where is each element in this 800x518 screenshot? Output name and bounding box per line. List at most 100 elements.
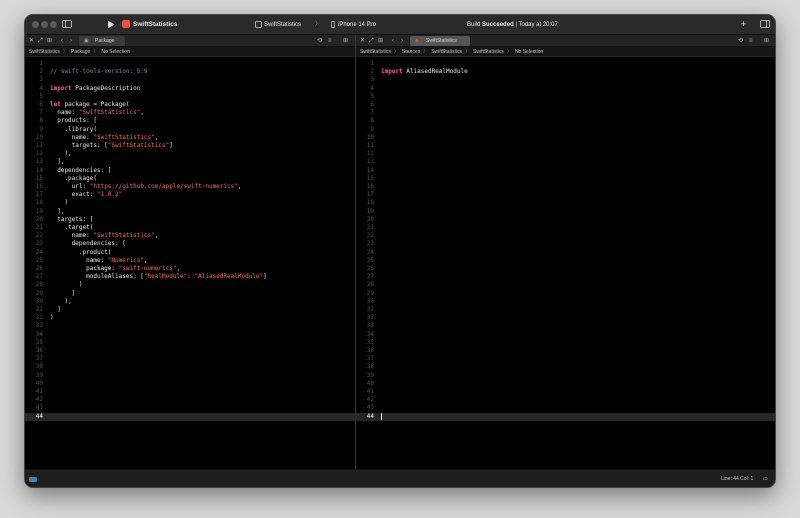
code-line[interactable]: 16 [356, 183, 775, 191]
code-line[interactable]: 20 [356, 216, 775, 224]
jumpbar-item[interactable]: SwiftStatistics [473, 49, 504, 55]
code-line[interactable]: 4 [356, 85, 775, 93]
code-line[interactable]: 35 [25, 339, 355, 347]
code-line[interactable]: 33 [25, 322, 355, 330]
code-line[interactable]: 10 name: "SwiftStatistics", [25, 134, 355, 142]
code-line[interactable]: 44 [25, 412, 355, 421]
jumpbar-item[interactable]: No Selection [101, 49, 129, 55]
code-line[interactable]: 26 package: "swift-numerics", [25, 265, 355, 273]
back-icon[interactable]: ‹ [392, 36, 394, 46]
close-editor-icon[interactable]: ✕ [360, 36, 365, 46]
code-line[interactable]: 24 [356, 249, 775, 257]
code-line[interactable]: 1 [25, 60, 355, 68]
code-line[interactable]: 38 [356, 363, 775, 371]
debug-area-toggle-button[interactable] [29, 477, 37, 482]
jumpbar-item[interactable]: SwiftStatistics [360, 49, 391, 55]
inspector-toggle-icon[interactable] [760, 20, 770, 30]
expand-icon[interactable]: ⤢ [369, 36, 374, 46]
code-line[interactable]: 44 [356, 412, 775, 421]
left-jump-bar[interactable]: SwiftStatistics 〉 Package 〉 No Selection [25, 47, 355, 57]
code-line[interactable]: 32) [25, 314, 355, 322]
code-line[interactable]: 29 [356, 290, 775, 298]
minimize-window-button[interactable] [41, 21, 48, 28]
add-editor-icon[interactable]: ⊞ [764, 36, 769, 46]
jumpbar-item[interactable]: SwiftStatistics [29, 49, 60, 55]
code-line[interactable]: 43 [25, 404, 355, 412]
code-line[interactable]: 12 [356, 150, 775, 158]
adjust-editor-icon[interactable]: ≡ [328, 36, 332, 46]
right-code-editor[interactable]: 1 2 import AliasedRealModule 3 4 5 6 7 8 9 10 11 12 1… [356, 58, 775, 469]
code-line[interactable]: 41 [25, 388, 355, 396]
code-line[interactable]: 22 [356, 232, 775, 240]
code-line[interactable]: 16 url: "https://github.com/apple/swift-… [25, 183, 355, 191]
code-line[interactable]: 41 [356, 388, 775, 396]
code-line[interactable]: 27 moduleAliases: ["RealModule": "Aliase… [25, 273, 355, 281]
code-line[interactable]: 14 dependencies: [ [25, 167, 355, 175]
code-line[interactable]: 32 [356, 314, 775, 322]
code-line[interactable]: 12 ), [25, 150, 355, 158]
code-line[interactable]: 26 [356, 265, 775, 273]
code-line[interactable]: 15 .package( [25, 175, 355, 183]
destination-name[interactable]: iPhone 14 Pro [338, 21, 376, 29]
scheme-name[interactable]: SwiftStatistics [264, 21, 301, 29]
code-line[interactable]: 23 [356, 240, 775, 248]
zoom-window-button[interactable] [50, 21, 57, 28]
code-line[interactable]: 6 [356, 101, 775, 109]
tab-swiftstatistics[interactable]: ◆ SwiftStatistics [410, 36, 470, 46]
left-code-editor[interactable]: 1 2 // swift-tools-version: 5.9 3 4 import Pa… [25, 58, 355, 469]
code-line[interactable]: 42 [25, 396, 355, 404]
refresh-icon[interactable]: ⟲ [738, 36, 743, 46]
code-line[interactable]: 20 targets: [ [25, 216, 355, 224]
code-line[interactable]: 29 ] [25, 290, 355, 298]
sidebar-toggle-icon[interactable] [62, 20, 72, 30]
code-line[interactable]: 21 [356, 224, 775, 232]
code-line[interactable]: 33 [356, 322, 775, 330]
code-line[interactable]: 18 [356, 199, 775, 207]
code-line[interactable]: 40 [356, 380, 775, 388]
code-line[interactable]: 9 [356, 126, 775, 134]
tab-package[interactable]: ▣ Package [79, 36, 125, 46]
code-line[interactable]: 23 dependencies: [ [25, 240, 355, 248]
code-line[interactable]: 24 .product( [25, 249, 355, 257]
jumpbar-item[interactable]: Package [71, 49, 90, 55]
adjust-editor-icon[interactable]: ≡ [749, 36, 753, 46]
code-line[interactable]: 7 name: "SwiftStatistics", [25, 109, 355, 117]
code-line[interactable]: 4 import PackageDescription [25, 85, 355, 93]
code-line[interactable]: 3 [356, 76, 775, 84]
code-line[interactable]: 27 [356, 273, 775, 281]
code-line[interactable]: 6 let package = Package( [25, 101, 355, 109]
code-line[interactable]: 15 [356, 175, 775, 183]
expand-icon[interactable]: ⤢ [38, 36, 43, 46]
code-line[interactable]: 2 import AliasedRealModule [356, 68, 775, 76]
grid-icon[interactable]: ⊞ [378, 36, 383, 46]
code-line[interactable]: 40 [25, 380, 355, 388]
code-line[interactable]: 7 [356, 109, 775, 117]
add-icon[interactable]: + [741, 20, 746, 29]
code-line[interactable]: 31 [356, 306, 775, 314]
code-line[interactable]: 36 [25, 347, 355, 355]
code-line[interactable]: 5 [25, 93, 355, 101]
code-line[interactable]: 28 ) [25, 281, 355, 289]
code-line[interactable]: 2 // swift-tools-version: 5.9 [25, 68, 355, 76]
code-line[interactable]: 13 [356, 158, 775, 166]
code-line[interactable]: 9 .library( [25, 126, 355, 134]
code-line[interactable]: 21 .target( [25, 224, 355, 232]
grid-icon[interactable]: ⊞ [47, 36, 52, 46]
code-line[interactable]: 34 [356, 331, 775, 339]
code-line[interactable]: 5 [356, 93, 775, 101]
back-icon[interactable]: ‹ [61, 36, 63, 46]
code-line[interactable]: 25 [356, 257, 775, 265]
code-line[interactable]: 22 name: "SwiftStatistics", [25, 232, 355, 240]
right-jump-bar[interactable]: SwiftStatistics 〉 Sources 〉 SwiftStatistics 〉… [356, 47, 775, 57]
jumpbar-item[interactable]: Sources [402, 49, 420, 55]
forward-icon[interactable]: › [401, 36, 403, 46]
code-line[interactable]: 14 [356, 167, 775, 175]
forward-icon[interactable]: › [70, 36, 72, 46]
code-line[interactable]: 37 [25, 355, 355, 363]
code-line[interactable]: 13 ], [25, 158, 355, 166]
refresh-icon[interactable]: ⟲ [317, 36, 322, 46]
code-line[interactable]: 19 ], [25, 208, 355, 216]
jumpbar-item[interactable]: No Selection [515, 49, 543, 55]
code-line[interactable]: 28 [356, 281, 775, 289]
code-line[interactable]: 8 [356, 117, 775, 125]
